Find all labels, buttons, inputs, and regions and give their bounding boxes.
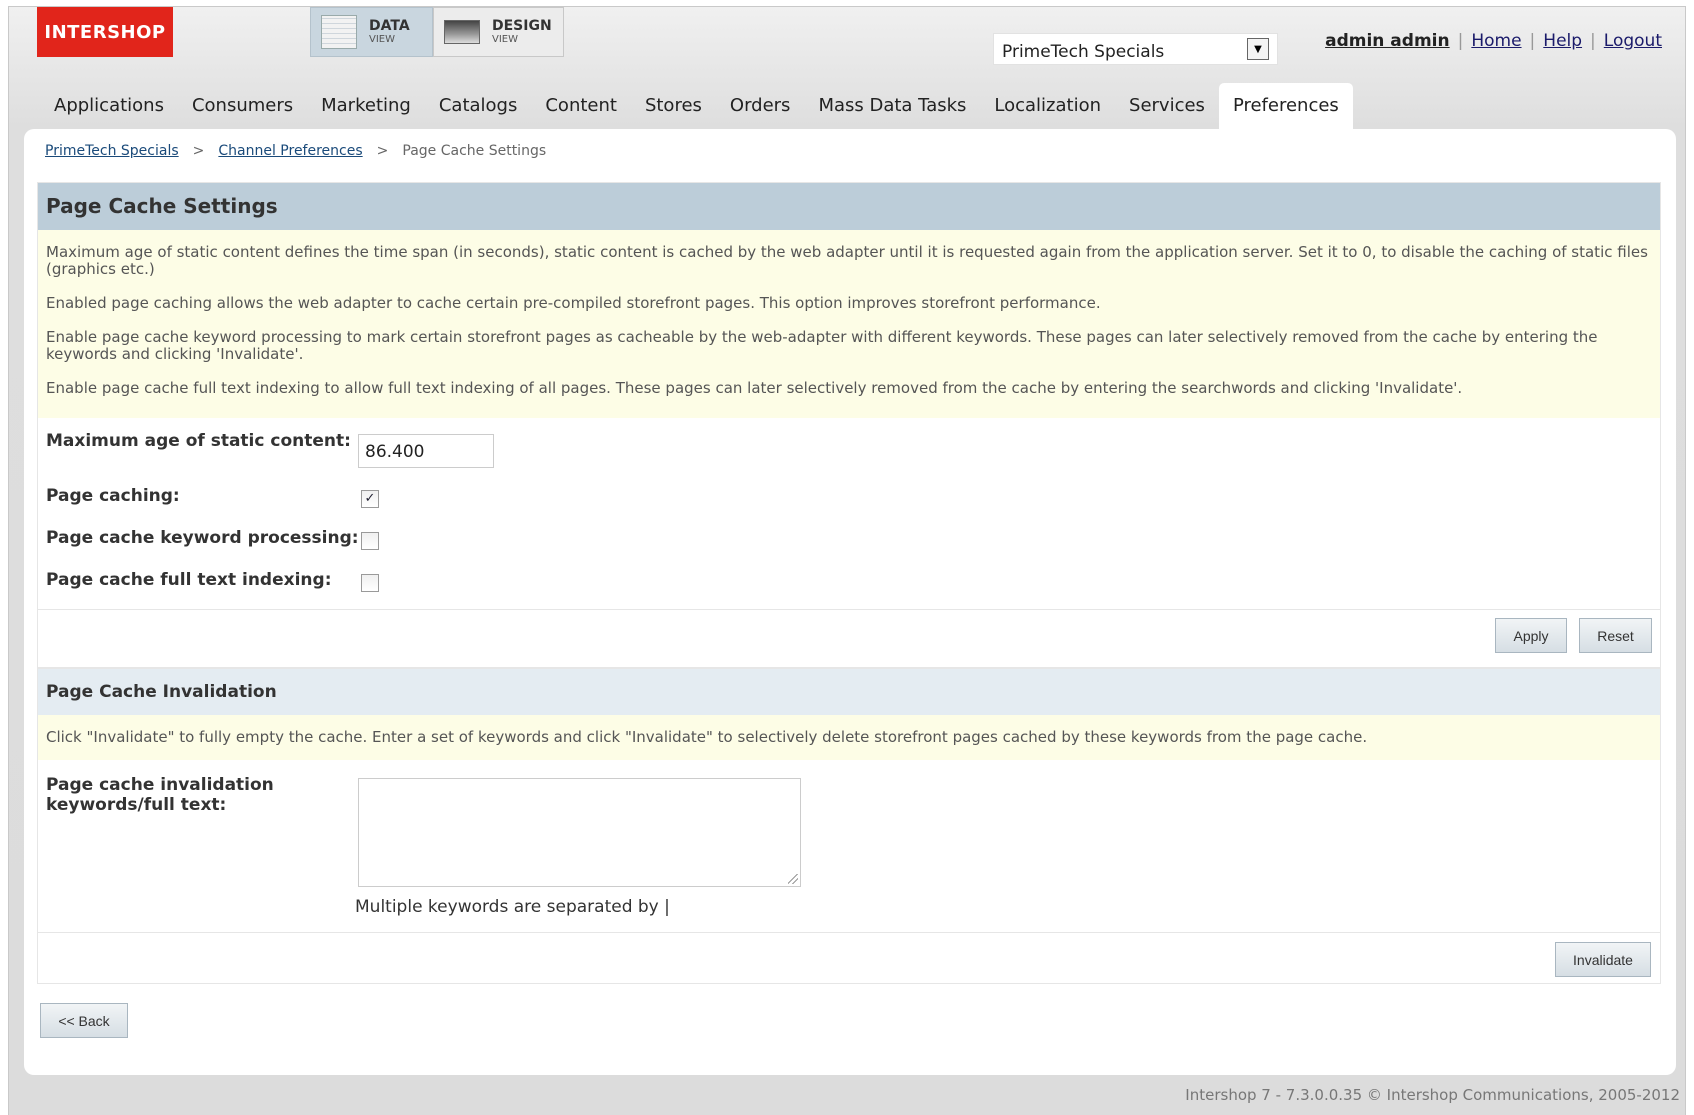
breadcrumb-separator: > bbox=[192, 143, 205, 159]
separator: | bbox=[1457, 31, 1464, 51]
page-caching-checkbox[interactable]: ✓ bbox=[361, 490, 379, 508]
separator: | bbox=[1529, 31, 1536, 51]
keyword-processing-checkbox[interactable] bbox=[361, 532, 379, 550]
breadcrumb-current: Page Cache Settings bbox=[402, 143, 547, 159]
main-navigation: Applications Consumers Marketing Catalog… bbox=[40, 83, 1353, 129]
footer-copyright: Intershop 7 - 7.3.0.0.35 © Intershop Com… bbox=[1185, 1086, 1680, 1104]
logout-link[interactable]: Logout bbox=[1604, 31, 1662, 51]
data-view-title: DATA bbox=[369, 18, 410, 34]
fulltext-indexing-label: Page cache full text indexing: bbox=[46, 570, 332, 590]
design-view-subtitle: VIEW bbox=[492, 34, 518, 45]
settings-actions: Apply Reset bbox=[38, 609, 1660, 667]
invalidate-button[interactable]: Invalidate bbox=[1555, 942, 1651, 977]
keywords-hint: Multiple keywords are separated by | bbox=[355, 897, 670, 917]
user-link[interactable]: admin admin bbox=[1325, 31, 1450, 51]
settings-form: Maximum age of static content: 86.400 Pa… bbox=[38, 418, 1660, 609]
design-view-tab[interactable]: DESIGN VIEW bbox=[433, 7, 564, 57]
home-link[interactable]: Home bbox=[1471, 31, 1521, 51]
monitor-icon bbox=[444, 20, 480, 44]
invalidation-info: Click "Invalidate" to fully empty the ca… bbox=[38, 715, 1660, 760]
chevron-down-icon[interactable]: ▼ bbox=[1247, 38, 1269, 60]
invalidation-field-label-line2: keywords/full text: bbox=[46, 795, 227, 815]
nav-item-services[interactable]: Services bbox=[1115, 83, 1219, 129]
top-navigation: admin admin | Home | Help | Logout bbox=[1325, 31, 1662, 51]
invalidation-title: Page Cache Invalidation bbox=[38, 669, 1660, 715]
invalidation-keywords-textarea[interactable] bbox=[358, 778, 801, 887]
design-view-title: DESIGN bbox=[492, 18, 552, 34]
data-view-subtitle: VIEW bbox=[369, 34, 395, 45]
reset-button[interactable]: Reset bbox=[1579, 618, 1652, 653]
breadcrumb-separator: > bbox=[376, 143, 389, 159]
info-fulltext: Enable page cache full text indexing to … bbox=[46, 379, 1463, 397]
nav-item-mass-data-tasks[interactable]: Mass Data Tasks bbox=[804, 83, 980, 129]
settings-info: Maximum age of static content defines th… bbox=[38, 230, 1660, 418]
invalidation-info-text: Click "Invalidate" to fully empty the ca… bbox=[46, 728, 1368, 746]
channel-select-value: PrimeTech Specials bbox=[1002, 42, 1165, 62]
info-keyword: Enable page cache keyword processing to … bbox=[46, 328, 1598, 363]
breadcrumb-channel[interactable]: PrimeTech Specials bbox=[45, 143, 179, 159]
invalidation-actions: Invalidate bbox=[38, 932, 1660, 983]
nav-item-preferences[interactable]: Preferences bbox=[1218, 83, 1353, 129]
invalidation-field-label-line1: Page cache invalidation bbox=[46, 775, 274, 795]
invalidation-field-label: Page cache invalidation keywords/full te… bbox=[46, 775, 274, 815]
breadcrumb-channel-preferences[interactable]: Channel Preferences bbox=[218, 143, 362, 159]
page-caching-label: Page caching: bbox=[46, 486, 180, 506]
page-title: Page Cache Settings bbox=[38, 183, 1660, 230]
channel-select[interactable]: PrimeTech Specials ▼ bbox=[993, 33, 1278, 65]
breadcrumb: PrimeTech Specials > Channel Preferences > P… bbox=[45, 143, 546, 159]
invalidation-form: Page cache invalidation keywords/full te… bbox=[38, 760, 1660, 932]
content-panel: PrimeTech Specials > Channel Preferences > P… bbox=[24, 129, 1676, 1075]
info-page-caching: Enabled page caching allows the web adap… bbox=[46, 294, 1101, 312]
grid-icon bbox=[321, 15, 357, 49]
nav-item-catalogs[interactable]: Catalogs bbox=[425, 83, 532, 129]
max-age-input[interactable]: 86.400 bbox=[358, 434, 494, 468]
data-view-tab[interactable]: DATA VIEW bbox=[310, 7, 433, 57]
nav-item-localization[interactable]: Localization bbox=[980, 83, 1115, 129]
nav-item-stores[interactable]: Stores bbox=[631, 83, 716, 129]
apply-button[interactable]: Apply bbox=[1495, 618, 1567, 653]
page-cache-settings-section: Page Cache Settings Maximum age of stati… bbox=[37, 182, 1661, 668]
nav-item-content[interactable]: Content bbox=[531, 83, 631, 129]
back-button[interactable]: << Back bbox=[40, 1003, 128, 1038]
nav-item-orders[interactable]: Orders bbox=[716, 83, 805, 129]
info-max-age: Maximum age of static content defines th… bbox=[46, 243, 1648, 278]
intershop-logo[interactable]: INTERSHOP bbox=[37, 7, 173, 57]
nav-item-consumers[interactable]: Consumers bbox=[178, 83, 307, 129]
nav-item-applications[interactable]: Applications bbox=[40, 83, 178, 129]
max-age-label: Maximum age of static content: bbox=[46, 431, 351, 451]
resize-grip-icon[interactable] bbox=[788, 874, 798, 884]
page-cache-invalidation-section: Page Cache Invalidation Click "Invalidat… bbox=[37, 668, 1661, 984]
keyword-processing-label: Page cache keyword processing: bbox=[46, 528, 359, 548]
separator: | bbox=[1590, 31, 1596, 51]
nav-item-marketing[interactable]: Marketing bbox=[307, 83, 425, 129]
fulltext-indexing-checkbox[interactable] bbox=[361, 574, 379, 592]
help-link[interactable]: Help bbox=[1543, 31, 1582, 51]
